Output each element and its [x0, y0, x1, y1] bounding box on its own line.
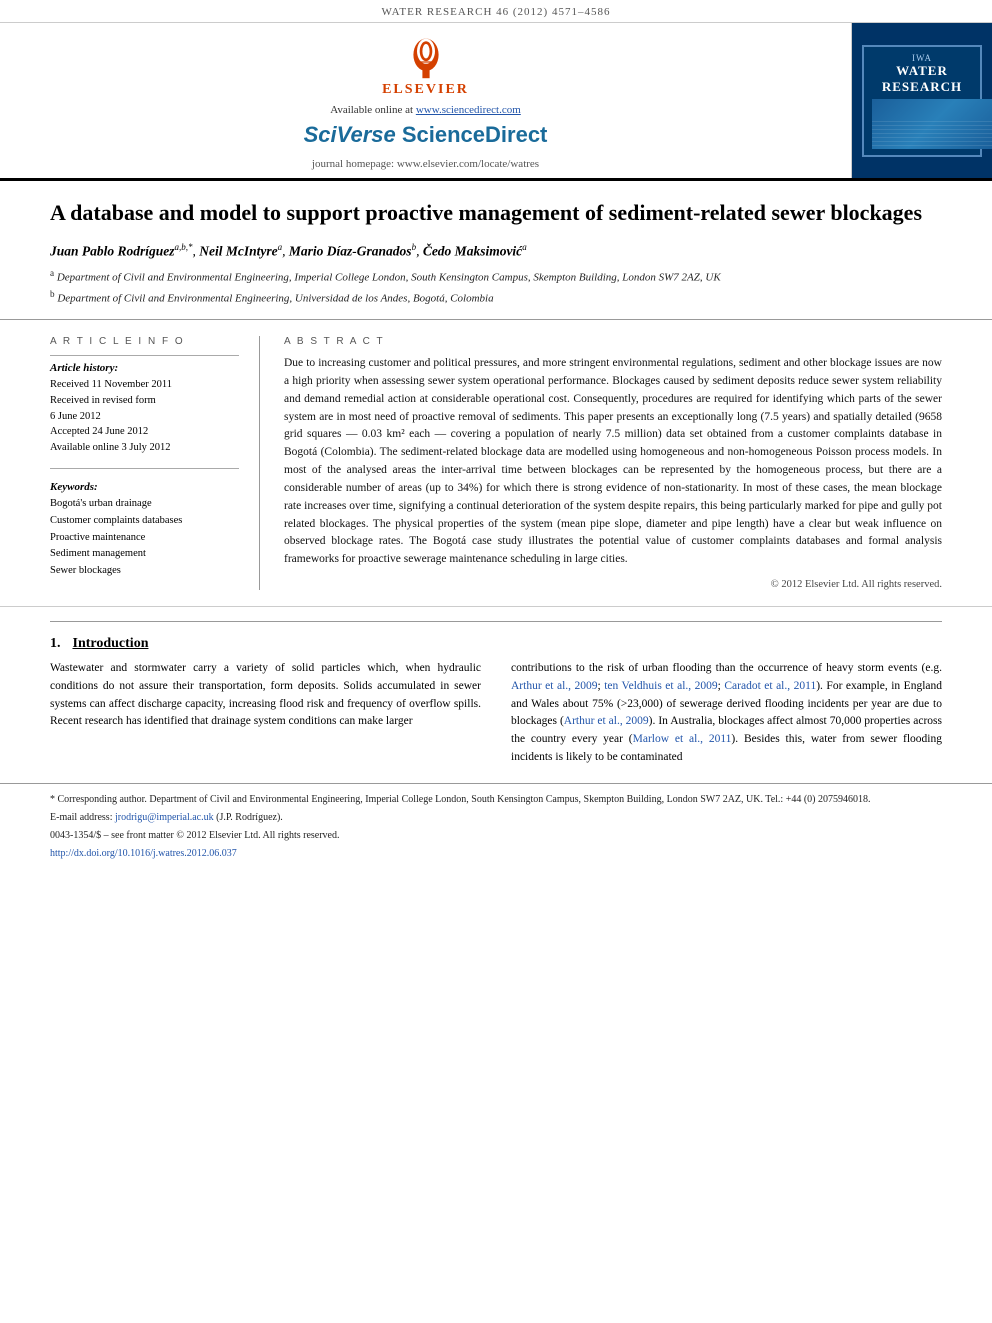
author-3: Mario Díaz-Granados	[289, 243, 412, 258]
affiliations: a Department of Civil and Environmental …	[50, 267, 942, 307]
affiliation-a: a Department of Civil and Environmental …	[50, 267, 942, 286]
keyword-4: Sediment management	[50, 546, 239, 563]
water-research-image	[872, 99, 992, 149]
journal-homepage-text: journal homepage: www.elsevier.com/locat…	[312, 158, 539, 170]
water-research-logo: IWA WATER RESEARCH	[862, 45, 982, 157]
section-number: 1.	[50, 636, 61, 652]
footnote-section: * Corresponding author. Department of Ci…	[0, 783, 992, 874]
intro-right-text: contributions to the risk of urban flood…	[511, 660, 942, 767]
intro-left-col: Wastewater and stormwater carry a variet…	[50, 660, 481, 767]
ref-caradot[interactable]: Caradot et al., 2011	[724, 680, 816, 692]
keywords-label: Keywords:	[50, 481, 239, 493]
section-separator	[50, 621, 942, 622]
keyword-5: Sewer blockages	[50, 563, 239, 580]
info-divider	[50, 355, 239, 356]
intro-right-col: contributions to the risk of urban flood…	[511, 660, 942, 767]
elsevier-tree-icon	[396, 35, 456, 80]
history-label: Article history:	[50, 362, 239, 374]
article-title: A database and model to support proactiv…	[50, 199, 942, 228]
ref-veldhuis[interactable]: ten Veldhuis et al., 2009	[604, 680, 717, 692]
abstract-copyright: © 2012 Elsevier Ltd. All rights reserved…	[284, 579, 942, 590]
introduction-title-row: 1. Introduction	[50, 636, 942, 652]
keyword-3: Proactive maintenance	[50, 530, 239, 547]
history-accepted: Accepted 24 June 2012	[50, 424, 239, 440]
ref-arthur-2009[interactable]: Arthur et al., 2009	[511, 680, 598, 692]
footnote-copyright: 0043-1354/$ – see front matter © 2012 El…	[50, 828, 942, 844]
history-revised-date: 6 June 2012	[50, 409, 239, 425]
authors-line: Juan Pablo Rodrígueza,b,*, Neil McIntyre…	[50, 242, 942, 260]
footnote-email: E-mail address: jrodrigu@imperial.ac.uk …	[50, 810, 942, 826]
journal-header-left: ELSEVIER Available online at www.science…	[0, 23, 852, 178]
elsevier-wordmark: ELSEVIER	[382, 82, 469, 98]
article-info-panel: A R T I C L E I N F O Article history: R…	[50, 336, 260, 590]
author-1-sup: a,b,*	[175, 242, 193, 252]
history-revised-label: Received in revised form	[50, 393, 239, 409]
sciencedirect-url[interactable]: www.sciencedirect.com	[416, 104, 521, 116]
author-2-sup: a	[278, 242, 283, 252]
journal-ref-text: WATER RESEARCH 46 (2012) 4571–4586	[382, 6, 611, 18]
iwa-label: IWA	[872, 53, 972, 63]
elsevier-logo: ELSEVIER	[382, 35, 469, 98]
author-2: Neil McIntyre	[199, 243, 277, 258]
keyword-1: Bogotá's urban drainage	[50, 496, 239, 513]
article-history: Article history: Received 11 November 20…	[50, 362, 239, 456]
author-3-sup: b	[412, 242, 417, 252]
footnote-corresponding: * Corresponding author. Department of Ci…	[50, 792, 942, 808]
water-research-title: WATER RESEARCH	[872, 63, 972, 95]
author-4-sup: a	[522, 242, 527, 252]
journal-header: ELSEVIER Available online at www.science…	[0, 23, 992, 181]
author-1: Juan Pablo Rodríguez	[50, 243, 175, 258]
journal-reference: WATER RESEARCH 46 (2012) 4571–4586	[0, 0, 992, 23]
ref-arthur-2009b[interactable]: Arthur et al., 2009	[564, 715, 649, 727]
sciencedirect-brand: SciVerse ScienceDirect	[304, 122, 548, 148]
history-available: Available online 3 July 2012	[50, 440, 239, 456]
abstract-text: Due to increasing customer and political…	[284, 355, 942, 569]
keyword-2: Customer complaints databases	[50, 513, 239, 530]
available-online-text: Available online at www.sciencedirect.co…	[330, 104, 521, 116]
email-link[interactable]: jrodrigu@imperial.ac.uk	[115, 812, 214, 823]
history-received: Received 11 November 2011	[50, 377, 239, 393]
intro-left-text: Wastewater and stormwater carry a variet…	[50, 660, 481, 731]
abstract-panel: A B S T R A C T Due to increasing custom…	[260, 336, 942, 590]
doi-link[interactable]: http://dx.doi.org/10.1016/j.watres.2012.…	[50, 848, 237, 859]
keywords-section: Keywords: Bogotá's urban drainage Custom…	[50, 481, 239, 580]
author-4: Čedo Maksimović	[423, 243, 522, 258]
article-title-section: A database and model to support proactiv…	[0, 181, 992, 320]
intro-columns: Wastewater and stormwater carry a variet…	[50, 660, 942, 767]
article-info-heading: A R T I C L E I N F O	[50, 336, 239, 347]
section-title: Introduction	[73, 636, 149, 652]
footnote-doi: http://dx.doi.org/10.1016/j.watres.2012.…	[50, 846, 942, 862]
article-info-abstract: A R T I C L E I N F O Article history: R…	[0, 320, 992, 607]
introduction-section: 1. Introduction Wastewater and stormwate…	[0, 636, 992, 767]
ref-marlow[interactable]: Marlow et al., 2011	[633, 733, 732, 745]
water-research-logo-area: IWA WATER RESEARCH	[852, 23, 992, 178]
abstract-heading: A B S T R A C T	[284, 336, 942, 347]
affiliation-b: b Department of Civil and Environmental …	[50, 288, 942, 307]
keywords-divider	[50, 468, 239, 469]
